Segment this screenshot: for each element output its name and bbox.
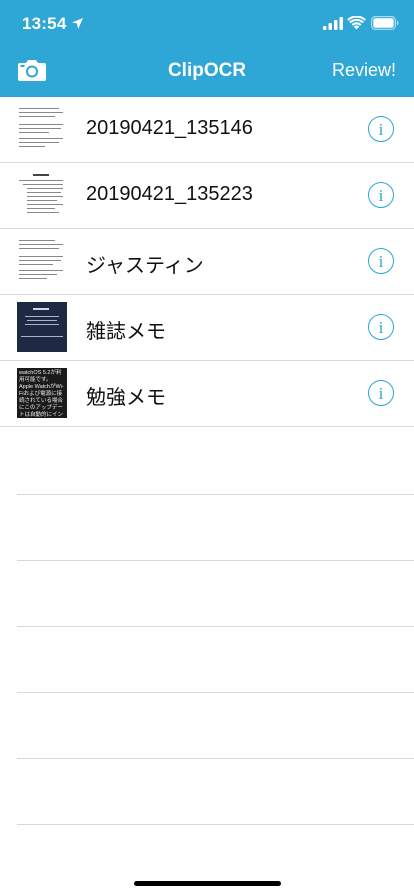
empty-row-separator — [17, 626, 414, 627]
note-list: 20190421_135146 i 20190421_135223 i ジャステ… — [0, 97, 414, 427]
empty-row-separator — [17, 824, 414, 825]
empty-row-separator — [17, 560, 414, 561]
document-thumbnail — [17, 104, 67, 154]
item-title: 勉強メモ — [86, 387, 166, 409]
document-thumbnail — [17, 236, 67, 286]
empty-row-separator — [17, 692, 414, 693]
info-icon[interactable]: i — [368, 380, 394, 406]
info-icon[interactable]: i — [368, 314, 394, 340]
app-header: 13:54 ClipOCR Review! — [0, 0, 414, 97]
status-bar: 13:54 — [0, 0, 414, 48]
empty-row-separator — [17, 494, 414, 495]
info-icon[interactable]: i — [368, 248, 394, 274]
empty-row-separator — [17, 758, 414, 759]
list-item[interactable]: 20190421_135223 i — [0, 163, 414, 229]
list-item[interactable]: watchOS 5.2が利用可能です。Apple WatchがWi-Fiおよび電… — [0, 361, 414, 427]
item-title: 20190421_135146 — [86, 117, 253, 139]
list-item[interactable]: 雑誌メモ i — [0, 295, 414, 361]
document-thumbnail — [17, 170, 67, 220]
review-button[interactable]: Review! — [332, 60, 396, 81]
home-indicator[interactable] — [134, 881, 281, 886]
info-icon[interactable]: i — [368, 182, 394, 208]
list-item[interactable]: 20190421_135146 i — [0, 97, 414, 163]
info-icon[interactable]: i — [368, 116, 394, 142]
cellular-signal-icon — [323, 17, 343, 30]
list-item[interactable]: ジャスティン i — [0, 229, 414, 295]
location-arrow-icon — [72, 18, 83, 29]
item-title: ジャスティン — [86, 255, 204, 277]
battery-icon — [371, 16, 399, 30]
wifi-icon — [347, 16, 366, 30]
navigation-bar: ClipOCR Review! — [0, 48, 414, 97]
screenshot-thumbnail: watchOS 5.2が利用可能です。Apple WatchがWi-Fiおよび電… — [17, 368, 67, 418]
thumbnail-text: watchOS 5.2が利用可能です。Apple WatchがWi-Fiおよび電… — [19, 370, 64, 418]
item-title: 20190421_135223 — [86, 183, 253, 205]
status-time: 13:54 — [22, 14, 67, 33]
magazine-thumbnail — [17, 302, 67, 352]
item-title: 雑誌メモ — [86, 321, 166, 343]
